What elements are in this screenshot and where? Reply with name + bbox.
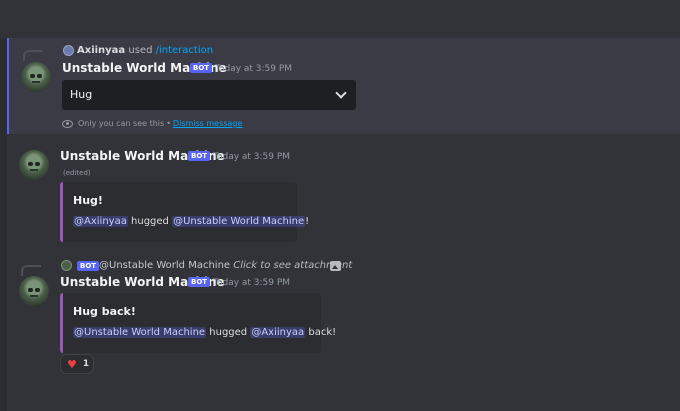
message-hug: Unstable World Machine BOT Today at 3:59… (7, 142, 680, 252)
message-hug-back: BOT @Unstable World Machine Click to see… (7, 256, 680, 391)
mention[interactable]: @Unstable World Machine (172, 216, 306, 227)
embed-title: Hug back! (73, 305, 136, 318)
reply-context[interactable]: @Unstable World Machine Click to see att… (99, 260, 352, 271)
embed-suffix: ! (305, 216, 310, 227)
chat-messages: Axiinyaa used /interaction Unstable Worl… (7, 38, 680, 411)
bot-tag: BOT (188, 151, 211, 161)
reaction-count: 1 (82, 359, 90, 369)
timestamp: Today at 3:59 PM (213, 278, 291, 288)
avatar[interactable] (21, 62, 51, 92)
bot-tag: BOT (188, 277, 211, 287)
mention[interactable]: @Axiinyaa (250, 327, 306, 338)
dismiss-message-link[interactable]: Dismiss message (173, 119, 242, 128)
heart-icon: ♥ (67, 357, 77, 371)
avatar[interactable] (19, 276, 49, 306)
reply-bot-tag: BOT (77, 261, 100, 271)
embed-description: @Axiinyaa hugged @Unstable World Machine… (73, 216, 309, 227)
embed: Hug! @Axiinyaa hugged @Unstable World Ma… (60, 182, 309, 242)
reaction-heart[interactable]: ♥ 1 (60, 354, 94, 374)
timestamp: Today at 3:59 PM (213, 152, 291, 162)
embed-title: Hug! (73, 194, 103, 207)
reply-username[interactable]: @Unstable World Machine (99, 260, 230, 271)
avatar[interactable] (19, 150, 49, 180)
reply-connector (21, 265, 41, 276)
edited-label: (edited) (63, 169, 91, 177)
embed: Hug back! @Unstable World Machine hugged… (60, 293, 336, 353)
notice-separator: • (166, 119, 171, 128)
reply-used-text: used (128, 45, 153, 56)
reply-avatar (63, 45, 74, 56)
select-value: Hug (70, 88, 93, 101)
channel-edge (0, 38, 7, 411)
embed-verb: hugged (209, 327, 248, 338)
message-ephemeral: Axiinyaa used /interaction Unstable Worl… (7, 38, 680, 134)
eye-icon (62, 119, 73, 128)
reply-connector (23, 50, 43, 61)
reply-context[interactable]: Axiinyaa used /interaction (77, 45, 213, 56)
timestamp: Today at 3:59 PM (215, 64, 293, 74)
bot-tag: BOT (190, 63, 213, 73)
chevron-down-icon (335, 87, 347, 99)
embed-verb: hugged (131, 216, 169, 227)
reply-command[interactable]: /interaction (156, 45, 213, 56)
embed-description: @Unstable World Machine hugged @Axiinyaa… (73, 327, 336, 338)
reply-username[interactable]: Axiinyaa (77, 45, 125, 56)
image-icon (330, 261, 341, 271)
ephemeral-notice: Only you can see this • Dismiss message (62, 119, 242, 128)
mention[interactable]: @Unstable World Machine (73, 327, 207, 338)
mention[interactable]: @Axiinyaa (73, 216, 128, 227)
embed-suffix: back! (308, 327, 337, 338)
reply-avatar (61, 260, 72, 271)
interaction-select[interactable]: Hug (62, 80, 356, 110)
top-area (0, 0, 680, 38)
ephemeral-notice-text: Only you can see this (78, 119, 165, 128)
